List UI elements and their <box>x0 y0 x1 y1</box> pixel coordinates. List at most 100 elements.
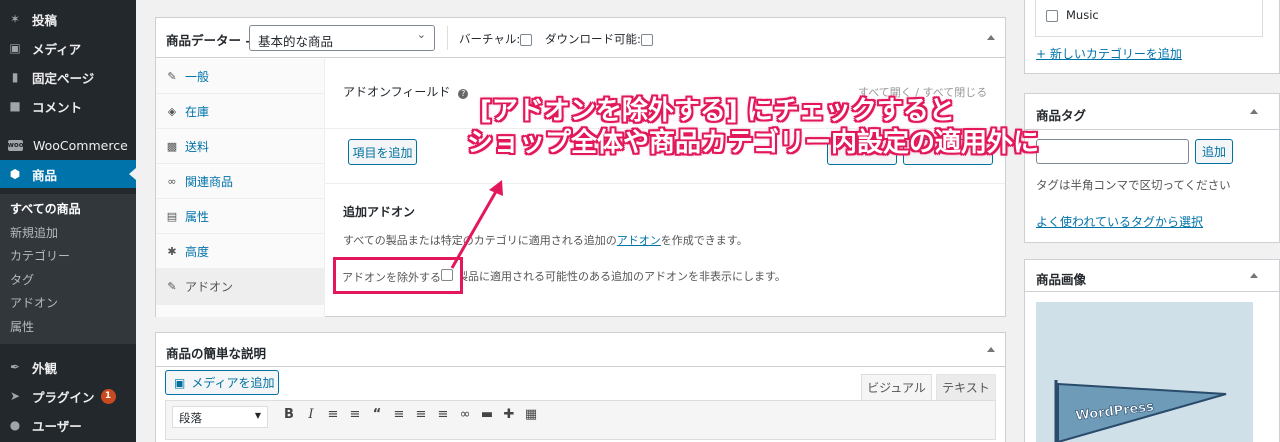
product-image[interactable]: WordPress <box>1036 302 1253 442</box>
download-label: ダウンロード可能: <box>545 32 641 46</box>
menu-label: WooCommerce <box>33 137 128 153</box>
divider <box>447 26 448 50</box>
user-icon: ● <box>9 418 21 432</box>
tab-label: 一般 <box>185 69 210 84</box>
product-image-panel: 商品画像 WordPress <box>1024 259 1280 442</box>
tag-input[interactable] <box>1036 139 1189 164</box>
virtual-label: バーチャル: <box>459 32 521 46</box>
tab-linked-products[interactable]: ∞ 関連商品 <box>156 164 324 199</box>
collapse-toggle-icon[interactable] <box>1250 109 1258 114</box>
panel-title: 商品データー — <box>166 33 258 48</box>
chevron-down-icon: ⌄ <box>416 28 426 41</box>
menu-woocommerce[interactable]: woo WooCommerce <box>0 131 136 159</box>
submenu-tags[interactable]: タグ <box>10 271 34 288</box>
menu-label: 固定ページ <box>32 70 95 86</box>
menu-comments[interactable]: ■ コメント <box>0 92 136 120</box>
callout-line-2: ショップ全体や商品カテゴリー内設定の適用外に <box>467 128 1040 158</box>
tab-attributes[interactable]: ▤ 属性 <box>156 199 324 234</box>
menu-label: コメント <box>32 99 83 115</box>
tag-icon: ◈ <box>167 104 177 118</box>
collapse-toggle-icon[interactable] <box>1250 273 1258 278</box>
additional-addons-title: 追加アドオン <box>343 205 416 219</box>
toolbar-toggle-icon[interactable]: ▦ <box>520 407 542 422</box>
submenu-categories[interactable]: カテゴリー <box>10 247 70 264</box>
collapse-toggle-icon[interactable] <box>987 347 995 352</box>
addons-link[interactable]: アドオン <box>617 234 661 247</box>
help-icon: ? <box>458 89 469 99</box>
wrench-icon: ✎ <box>167 280 177 293</box>
menu-label: 外観 <box>32 360 58 376</box>
submenu-add-new[interactable]: 新規追加 <box>10 224 58 241</box>
menu-pages[interactable]: ▮ 固定ページ <box>0 63 136 91</box>
menu-media[interactable]: ▣ メディア <box>0 34 136 62</box>
quote-icon[interactable]: “ <box>366 407 388 422</box>
truck-icon: ▩ <box>166 139 178 153</box>
tab-general[interactable]: ✎ 一般 <box>156 59 324 94</box>
gear-icon: ✱ <box>167 244 177 258</box>
align-center-icon[interactable]: ≡ <box>410 407 432 422</box>
desc-text: を作成できます。 <box>660 234 748 247</box>
read-more-icon[interactable]: ▬ <box>476 407 498 422</box>
menu-label: 投稿 <box>32 12 58 28</box>
menu-users[interactable]: ● ユーザー <box>0 411 136 439</box>
fullscreen-icon[interactable]: ✚ <box>498 407 520 422</box>
list-icon: ▤ <box>166 209 178 223</box>
select-value: 基本的な商品 <box>258 34 334 49</box>
virtual-checkbox[interactable] <box>520 33 533 46</box>
align-right-icon[interactable]: ≡ <box>432 407 454 422</box>
panel-title: 商品タグ <box>1036 108 1087 123</box>
add-category-link[interactable]: + 新しいカテゴリーを追加 <box>1036 45 1182 62</box>
tab-advanced[interactable]: ✱ 高度 <box>156 234 324 269</box>
brush-icon: ✒ <box>9 360 21 374</box>
tab-addons[interactable]: ✎ アドオン <box>156 269 324 305</box>
tab-inventory[interactable]: ◈ 在庫 <box>156 94 324 129</box>
submenu-attributes[interactable]: 属性 <box>10 318 34 335</box>
download-option: ダウンロード可能: <box>545 31 653 47</box>
pin-icon: ✶ <box>9 12 21 26</box>
link-icon[interactable]: ∞ <box>454 407 476 422</box>
short-description-panel: 商品の簡単な説明 ▣ メディアを追加 ビジュアル テキスト 段落 ▼ B I ≡ ≡… <box>155 332 1006 442</box>
tab-label: 高度 <box>185 244 210 259</box>
popular-tags-link[interactable]: よく使われているタグから選択 <box>1036 213 1203 230</box>
tab-visual[interactable]: ビジュアル <box>861 374 932 400</box>
add-item-button[interactable]: 項目を追加 <box>348 139 417 165</box>
menu-label: プラグイン <box>32 389 95 405</box>
product-tags-panel: 商品タグ 追加 タグは半角コンマで区切ってください よく使われているタグから選択 <box>1024 93 1280 243</box>
category-checkbox[interactable] <box>1046 9 1058 22</box>
menu-appearance[interactable]: ✒ 外観 <box>0 353 136 381</box>
numbered-list-icon[interactable]: ≡ <box>344 407 366 422</box>
submenu-addons[interactable]: アドオン <box>10 294 58 311</box>
add-media-button[interactable]: ▣ メディアを追加 <box>165 370 279 395</box>
addons-description: すべての製品または特定のカテゴリに適用される追加のアドオンを作成できます。 <box>343 232 748 248</box>
add-tag-button[interactable]: 追加 <box>1195 139 1233 164</box>
collapse-toggle-icon[interactable] <box>987 35 995 40</box>
categories-panel: Music + 新しいカテゴリーを追加 <box>1024 0 1280 74</box>
product-icon: ⬢ <box>9 167 21 181</box>
bold-icon[interactable]: B <box>278 407 300 422</box>
panel-title: 商品の簡単な説明 <box>166 346 267 361</box>
menu-plugins[interactable]: ➤ プラグイン 1 <box>0 382 136 410</box>
media-icon: ▣ <box>174 375 186 390</box>
menu-posts[interactable]: ✶ 投稿 <box>0 5 136 33</box>
tab-text[interactable]: テキスト <box>936 374 996 400</box>
products-submenu: すべての商品 新規追加 カテゴリー タグ アドオン 属性 <box>0 194 136 344</box>
addon-field-heading: アドオンフィールド ? <box>343 83 469 100</box>
align-left-icon[interactable]: ≡ <box>388 407 410 422</box>
comment-icon: ■ <box>9 99 21 113</box>
submenu-all-products[interactable]: すべての商品 <box>10 200 81 217</box>
product-data-panel: 商品データー — 基本的な商品 ⌄ バーチャル: ダウンロード可能: ✎ 一般 ◈… <box>155 17 1006 317</box>
tab-label: 在庫 <box>185 104 210 119</box>
bullet-list-icon[interactable]: ≡ <box>322 407 344 422</box>
format-buttons: B I ≡ ≡ “ ≡ ≡ ≡ ∞ ▬ ✚ ▦ <box>278 407 542 422</box>
button-label: メディアを追加 <box>191 376 275 390</box>
italic-icon[interactable]: I <box>300 407 322 422</box>
format-select[interactable]: 段落 ▼ <box>172 406 268 428</box>
downloadable-checkbox[interactable] <box>640 33 653 46</box>
menu-label: ユーザー <box>32 418 82 434</box>
product-type-select[interactable]: 基本的な商品 ⌄ <box>249 25 435 51</box>
category-label: Music <box>1066 8 1099 22</box>
callout-line-1: [アドオンを除外する] にチェックすると <box>480 96 955 126</box>
callout-arrow <box>450 180 503 269</box>
menu-products[interactable]: ⬢ 商品 <box>0 160 136 188</box>
tab-shipping[interactable]: ▩ 送料 <box>156 129 324 164</box>
